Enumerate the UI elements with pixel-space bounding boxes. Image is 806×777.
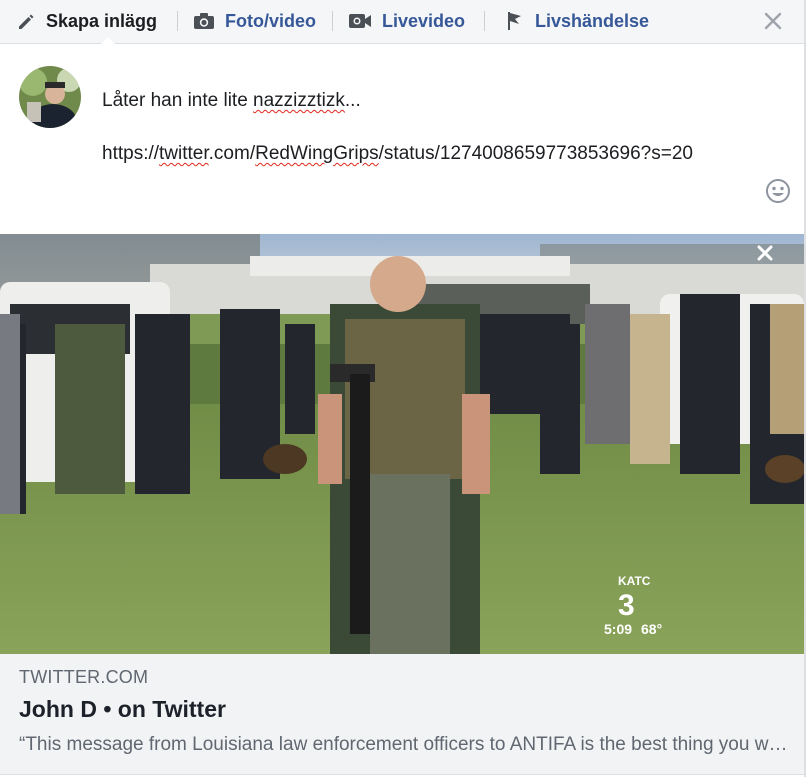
composer-tab-bar: Skapa inlägg Foto/video Livevideo Livshä… <box>0 0 804 45</box>
tab-create-post[interactable]: Skapa inlägg <box>16 0 158 45</box>
tab-photo-video-label: Foto/video <box>225 10 316 31</box>
logo-number: 3 <box>618 589 635 622</box>
link-title[interactable]: John D • on Twitter <box>19 696 226 723</box>
tab-divider <box>484 11 485 31</box>
link-domain: TWITTER.COM <box>19 667 149 687</box>
avatar <box>19 66 81 128</box>
link-preview-meta[interactable]: TWITTER.COM John D • on Twitter “This me… <box>0 654 804 775</box>
url-part: .com/ <box>208 143 256 164</box>
link-description: “This message from Louisiana law enforce… <box>19 734 789 755</box>
url-part: RedWingGrips <box>255 143 379 164</box>
camera-icon <box>194 13 214 29</box>
close-icon[interactable] <box>762 10 784 32</box>
url-part: twitter <box>159 143 209 164</box>
tab-photo-video[interactable]: Foto/video <box>193 0 316 42</box>
tab-live-video-label: Livevideo <box>382 10 466 31</box>
tab-life-event[interactable]: Livshändelse <box>505 0 649 42</box>
post-text-suffix: ... <box>344 90 361 111</box>
tab-life-event-label: Livshändelse <box>535 10 650 31</box>
tab-create-post-label: Skapa inlägg <box>46 10 158 31</box>
overlay-temp: 68° <box>641 621 662 637</box>
overlay-time: 5:09 <box>604 621 632 637</box>
link-preview-image[interactable]: KATC 3 5:09 68° <box>0 234 804 654</box>
smiley-icon[interactable] <box>765 178 791 204</box>
logo-text: KATC <box>618 574 651 588</box>
flag-icon <box>508 12 521 30</box>
misspelled-word: nazzizztizk <box>253 90 345 111</box>
url-part: /status/1274008659773853696?s=20 <box>378 143 693 164</box>
tab-divider <box>177 11 178 31</box>
url-part: https:// <box>102 143 160 164</box>
post-composer[interactable]: Låter han inte lite nazzizztizk... https… <box>0 45 804 233</box>
post-url[interactable]: https://twitter.com/RedWingGrips/status/… <box>102 140 742 168</box>
tab-live-video[interactable]: Livevideo <box>348 0 465 42</box>
tab-divider <box>332 11 333 31</box>
video-camera-icon <box>349 14 371 28</box>
preview-photo: KATC 3 5:09 68° <box>0 234 804 654</box>
remove-preview-close-icon[interactable] <box>754 242 776 264</box>
post-text-prefix: Låter han inte lite <box>102 90 254 111</box>
pencil-icon <box>19 14 34 29</box>
post-text[interactable]: Låter han inte lite nazzizztizk... <box>102 87 361 115</box>
